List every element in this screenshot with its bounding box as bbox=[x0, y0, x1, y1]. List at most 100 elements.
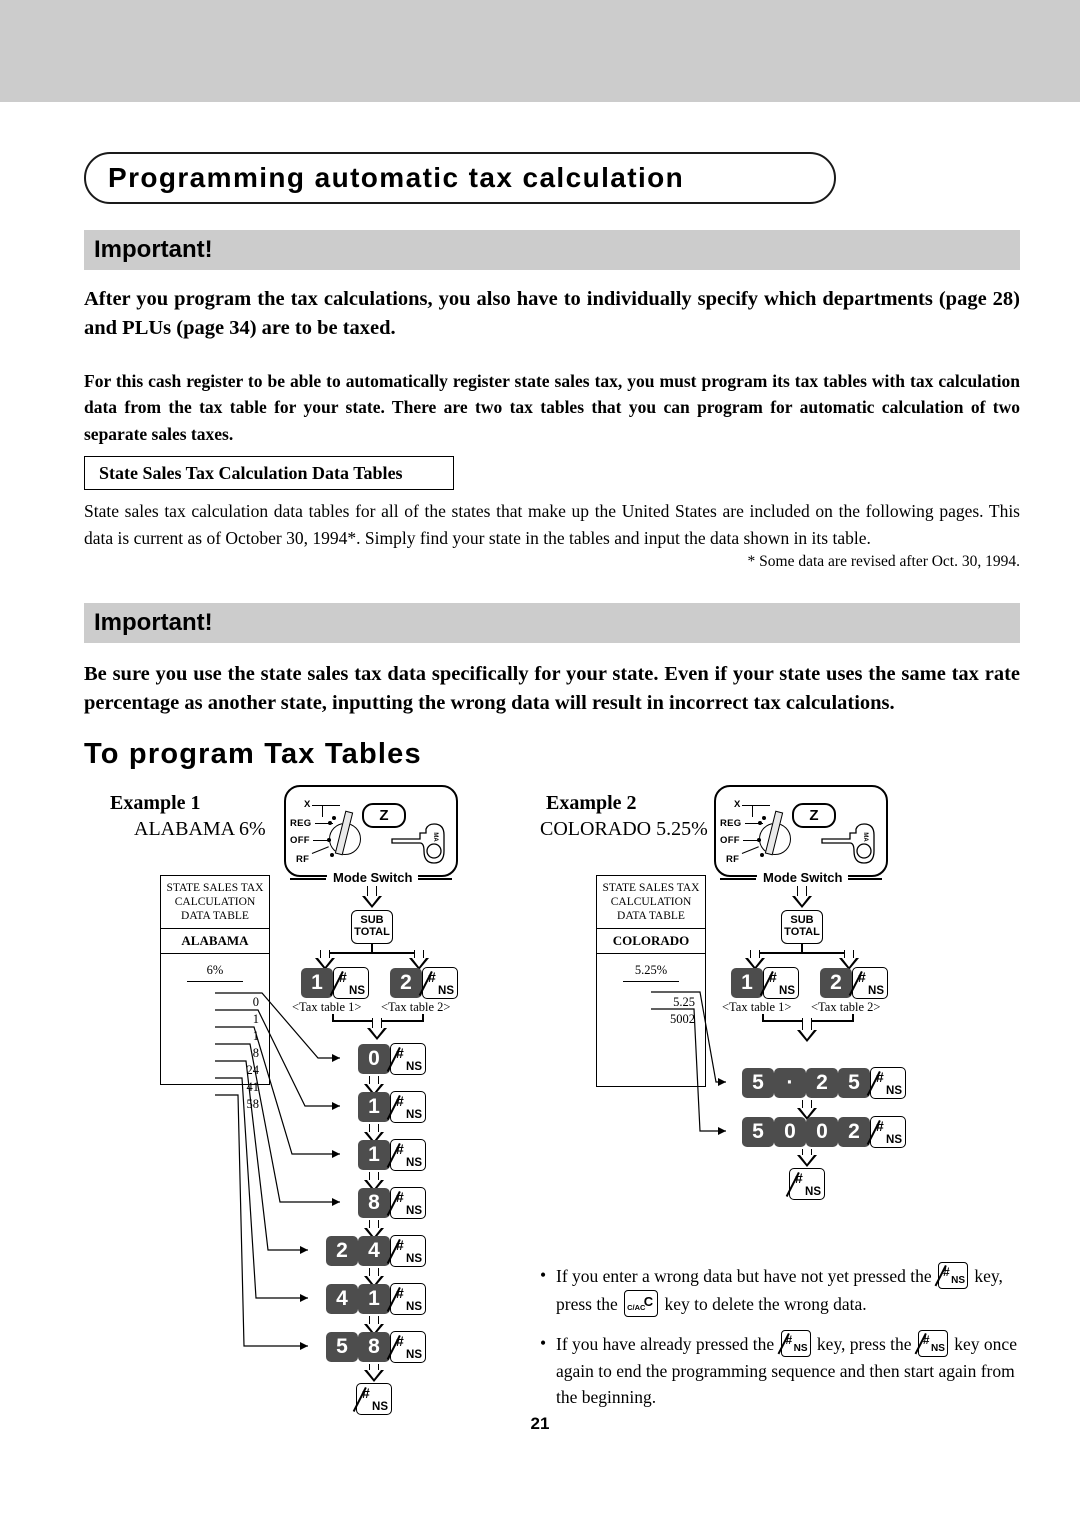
ns-key[interactable]: # NS bbox=[848, 967, 888, 999]
note-1-part3: key to delete the wrong data. bbox=[664, 1293, 867, 1314]
ns-key-final-2[interactable]: # NS bbox=[785, 1168, 825, 1200]
tax-table-1-digit-key-2[interactable]: 1 bbox=[731, 968, 763, 998]
tax-table-2-digit-key[interactable]: 2 bbox=[390, 968, 422, 998]
intro-paragraph-1: For this cash register to be able to aut… bbox=[84, 371, 1020, 444]
note-2-part1: If you have already pressed the bbox=[556, 1334, 775, 1355]
note-1-part1: If you enter a wrong data but have not y… bbox=[556, 1266, 932, 1286]
table-header-2: STATE SALES TAX CALCULATION DATA TABLE bbox=[597, 876, 705, 930]
subhead-text: State Sales Tax Calculation Data Tables bbox=[99, 462, 403, 483]
seq1-key-0[interactable]: 0 bbox=[358, 1044, 390, 1074]
seq2-key-1a[interactable]: 5 bbox=[742, 1117, 774, 1147]
ns-key-inline[interactable]: # NS bbox=[914, 1330, 948, 1358]
mode-position-x-2: X bbox=[734, 799, 741, 810]
note-item-1: • If you enter a wrong data but have not… bbox=[540, 1262, 1018, 1317]
ns-key[interactable]: # NS bbox=[386, 1091, 426, 1123]
seq1-key-6a[interactable]: 5 bbox=[326, 1332, 358, 1362]
ns-key[interactable]: # NS bbox=[418, 967, 458, 999]
tax-table-2-caption: <Tax table 2> bbox=[381, 1000, 451, 1014]
key-icon-1: MA bbox=[391, 823, 445, 864]
cac-key-inline[interactable]: C/AC C bbox=[624, 1289, 659, 1317]
important-heading-1: Important! bbox=[94, 236, 213, 263]
intro-paragraph-2: State sales tax calculation data tables … bbox=[84, 498, 1020, 552]
table-header-1: STATE SALES TAX CALCULATION DATA TABLE bbox=[161, 876, 269, 930]
seq2-key-0c[interactable]: 2 bbox=[806, 1068, 838, 1098]
ns-key-inline[interactable]: # NS bbox=[777, 1330, 811, 1358]
note-item-2: • If you have already pressed the # NS ke… bbox=[540, 1330, 1018, 1411]
seq1-key-4a[interactable]: 2 bbox=[326, 1236, 358, 1266]
table-rate-2: 5.25% bbox=[597, 954, 705, 986]
tax-table-2-caption-2: <Tax table 2> bbox=[811, 1000, 881, 1014]
seq2-key-0a[interactable]: 5 bbox=[742, 1068, 774, 1098]
table-value: 58 bbox=[246, 1097, 260, 1112]
subtotal-key-2[interactable]: SUB TOTAL bbox=[781, 910, 823, 944]
ns-key[interactable]: # NS bbox=[866, 1116, 906, 1148]
svg-text:MA: MA bbox=[432, 832, 438, 842]
seq2-key-1c[interactable]: 0 bbox=[806, 1117, 838, 1147]
table-value: 8 bbox=[252, 1046, 259, 1061]
mode-position-reg-2: REG bbox=[720, 818, 742, 829]
alabama-data-table: STATE SALES TAX CALCULATION DATA TABLE A… bbox=[160, 875, 270, 1111]
example-2-label: Example 2 bbox=[546, 792, 637, 814]
mode-switch-diagram-1: X REG OFF RF Z MA bbox=[284, 785, 458, 877]
example-1-label: Example 1 bbox=[110, 792, 201, 814]
flow-arrow bbox=[366, 1018, 388, 1042]
mode-position-x-1: X bbox=[304, 799, 311, 810]
seq2-key-0d[interactable]: 5 bbox=[838, 1068, 870, 1098]
seq2-key-1d[interactable]: 2 bbox=[838, 1117, 870, 1147]
seq1-key-4b[interactable]: 4 bbox=[358, 1236, 390, 1266]
ns-key[interactable]: # NS bbox=[386, 1283, 426, 1315]
note-2-part2: key, press the bbox=[816, 1334, 912, 1355]
table-value: 5002 bbox=[670, 1012, 695, 1027]
table-rate-1: 6% bbox=[161, 954, 269, 986]
mode-switch-label-1: Mode Switch bbox=[327, 870, 419, 885]
seq1-key-5a[interactable]: 4 bbox=[326, 1284, 358, 1314]
ns-key[interactable]: # NS bbox=[386, 1043, 426, 1075]
example-1-state-rate: ALABAMA 6% bbox=[134, 818, 266, 840]
bullet-dot-icon: • bbox=[540, 1333, 547, 1354]
seq1-key-1[interactable]: 1 bbox=[358, 1092, 390, 1122]
ns-key[interactable]: # NS bbox=[386, 1235, 426, 1267]
notes-list: • If you enter a wrong data but have not… bbox=[540, 1262, 1018, 1424]
seq1-key-5b[interactable]: 1 bbox=[358, 1284, 390, 1314]
svg-text:MA: MA bbox=[862, 832, 868, 842]
ns-key-final-1[interactable]: # NS bbox=[352, 1383, 392, 1415]
table-state-name-1: ALABAMA bbox=[161, 929, 269, 955]
ns-key[interactable]: # NS bbox=[386, 1331, 426, 1363]
subtotal-key-1[interactable]: SUB TOTAL bbox=[351, 910, 393, 944]
ns-key[interactable]: # NS bbox=[329, 967, 369, 999]
ns-key[interactable]: # NS bbox=[386, 1139, 426, 1171]
mode-position-reg-1: REG bbox=[290, 818, 312, 829]
ns-key-inline[interactable]: # NS bbox=[934, 1262, 969, 1289]
flow-arrow bbox=[791, 886, 813, 908]
tax-table-1-digit-key[interactable]: 1 bbox=[301, 968, 333, 998]
seq1-key-3[interactable]: 8 bbox=[358, 1188, 390, 1218]
bullet-dot-icon: • bbox=[540, 1265, 547, 1285]
key-icon-2: MA bbox=[821, 823, 875, 864]
important-body-1: After you program the tax calculations, … bbox=[84, 288, 1020, 340]
ns-key[interactable]: # NS bbox=[759, 967, 799, 999]
tax-table-1-caption: <Tax table 1> bbox=[292, 1000, 362, 1014]
seq2-key-0b[interactable]: · bbox=[774, 1068, 806, 1098]
table-value: 1 bbox=[252, 1029, 259, 1044]
flow-arrow bbox=[361, 886, 383, 908]
ns-key[interactable]: # NS bbox=[386, 1187, 426, 1219]
section-heading: To program Tax Tables bbox=[84, 738, 422, 770]
table-value: 41 bbox=[246, 1080, 260, 1095]
mode-position-off-2: OFF bbox=[720, 835, 740, 846]
seq1-key-2[interactable]: 1 bbox=[358, 1140, 390, 1170]
important-banner-1: Important! bbox=[84, 230, 1020, 270]
page-title-text: Programming automatic tax calculation bbox=[108, 162, 685, 193]
table-values-2: 5.25 5002 bbox=[597, 986, 705, 1030]
table-values-1: 0 1 1 8 24 41 58 bbox=[161, 986, 269, 1115]
page-number: 21 bbox=[530, 1414, 550, 1433]
tax-table-2-digit-key-2[interactable]: 2 bbox=[820, 968, 852, 998]
seq1-key-6b[interactable]: 8 bbox=[358, 1332, 390, 1362]
seq2-key-1b[interactable]: 0 bbox=[774, 1117, 806, 1147]
ns-key[interactable]: # NS bbox=[866, 1067, 906, 1099]
flow-arrow bbox=[796, 1018, 818, 1044]
tax-table-1-caption-2: <Tax table 1> bbox=[722, 1000, 792, 1014]
example-2-state-rate: COLORADO 5.25% bbox=[540, 818, 708, 840]
flow-arrow bbox=[363, 1364, 385, 1384]
mode-position-rf-1: RF bbox=[296, 854, 310, 865]
footnote: * Some data are revised after Oct. 30, 1… bbox=[747, 553, 1020, 570]
